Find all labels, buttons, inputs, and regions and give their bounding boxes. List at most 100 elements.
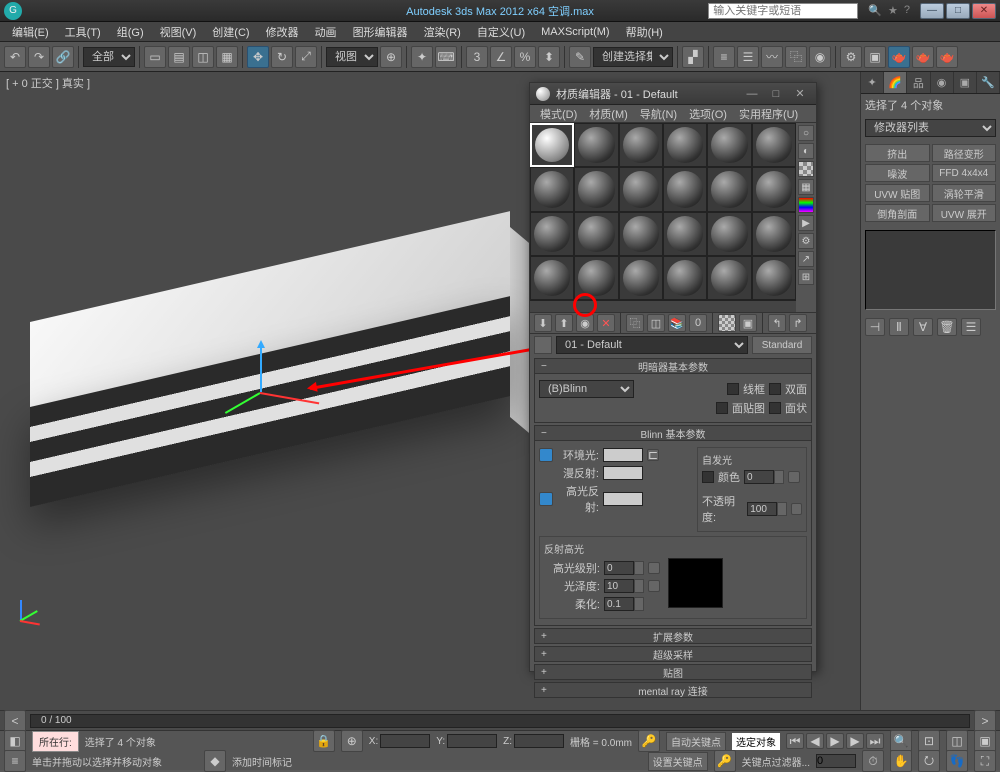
make-preview-button[interactable]: ▶	[798, 215, 814, 231]
menu-grapheditors[interactable]: 图形编辑器	[345, 22, 416, 42]
ambient-swatch[interactable]	[603, 448, 643, 462]
material-name-select[interactable]: 01 - Default	[556, 336, 748, 354]
menu-tools[interactable]: 工具(T)	[57, 22, 109, 42]
sample-scroll-h[interactable]	[530, 300, 796, 312]
ambient-lock-icon[interactable]	[539, 448, 553, 462]
pin-stack-button[interactable]: ⊣	[865, 318, 885, 336]
put-to-library-button[interactable]: 📚	[668, 314, 686, 332]
two-sided-check[interactable]	[769, 383, 781, 395]
mirror-button[interactable]: ▞	[682, 46, 704, 68]
sample-slot[interactable]	[707, 167, 751, 211]
x-input[interactable]	[380, 734, 430, 748]
mod-turbosmooth[interactable]: 涡轮平滑	[932, 184, 997, 202]
nav-pan-button[interactable]: ✋	[890, 750, 912, 772]
facemap-check[interactable]	[716, 402, 728, 414]
soften-spinner[interactable]	[604, 597, 634, 611]
redo-button[interactable]: ↷	[28, 46, 50, 68]
search-input[interactable]	[708, 3, 858, 19]
render-last-button[interactable]: 🫖	[936, 46, 958, 68]
me-menu-material[interactable]: 材质(M)	[583, 106, 634, 122]
menu-modifiers[interactable]: 修改器	[258, 22, 307, 42]
lock-button[interactable]: 🔒	[313, 730, 335, 752]
sample-slot[interactable]	[752, 167, 796, 211]
menu-animation[interactable]: 动画	[307, 22, 345, 42]
menu-group[interactable]: 组(G)	[109, 22, 152, 42]
faceted-check[interactable]	[769, 402, 781, 414]
ambient-lock-button[interactable]: ⊏	[647, 449, 659, 461]
timeline-end-button[interactable]: >	[974, 710, 996, 732]
rollout-blinn-basic[interactable]: Blinn 基本参数	[534, 425, 812, 441]
select-by-mat-button[interactable]: ↗	[798, 251, 814, 267]
nav-zoomext-button[interactable]: ▣	[974, 730, 996, 752]
close-button[interactable]: ✕	[972, 3, 996, 19]
show-result-button[interactable]: Ⅱ	[889, 318, 909, 336]
backlight-button[interactable]: ◐	[798, 143, 814, 159]
minimize-button[interactable]: —	[920, 3, 944, 19]
sample-slot[interactable]	[663, 123, 707, 167]
setkey-button[interactable]: 设置关键点	[648, 752, 708, 771]
material-map-nav-button[interactable]: ⊞	[798, 269, 814, 285]
render-prod-button[interactable]: 🫖	[912, 46, 934, 68]
selection-scope-select[interactable]: 全部	[83, 47, 135, 67]
mod-pathdeform[interactable]: 路径变形	[932, 144, 997, 162]
goto-end-button[interactable]: ⏭	[866, 733, 884, 749]
config-sets-button[interactable]: ☰	[961, 318, 981, 336]
me-close-button[interactable]: ✕	[790, 86, 810, 102]
nav-fov-button[interactable]: ◫	[946, 730, 968, 752]
sample-slot[interactable]	[574, 167, 618, 211]
menu-view[interactable]: 视图(V)	[152, 22, 205, 42]
rollout-mentalray[interactable]: mental ray 连接	[534, 682, 812, 698]
render-setup-button[interactable]: ⚙	[840, 46, 862, 68]
material-id-button[interactable]: 0	[689, 314, 707, 332]
selfillum-spinner[interactable]	[744, 470, 774, 484]
keyboard-button[interactable]: ⌨	[435, 46, 457, 68]
sample-slot[interactable]	[707, 123, 751, 167]
tab-hierarchy[interactable]: 品	[907, 72, 930, 93]
key-mode-button[interactable]: 🔑	[638, 730, 660, 752]
menu-help[interactable]: 帮助(H)	[618, 22, 671, 42]
spec-level-map-button[interactable]	[648, 562, 660, 574]
material-type-button[interactable]: Standard	[752, 336, 812, 354]
manipulate-button[interactable]: ✦	[411, 46, 433, 68]
specular-lock-icon[interactable]	[539, 492, 553, 506]
sample-slot[interactable]	[619, 212, 663, 256]
mod-uvwunwrap[interactable]: UVW 展开	[932, 204, 997, 222]
sample-slot[interactable]	[619, 167, 663, 211]
make-unique-mat-button[interactable]: ◫	[647, 314, 665, 332]
make-unique-button[interactable]: ∀	[913, 318, 933, 336]
rollout-supersample[interactable]: 超级采样	[534, 646, 812, 662]
material-editor-titlebar[interactable]: 材质编辑器 - 01 - Default — □ ✕	[530, 83, 816, 105]
sample-slot[interactable]	[752, 212, 796, 256]
me-maximize-button[interactable]: □	[766, 86, 786, 102]
next-frame-button[interactable]: ▶	[846, 733, 864, 749]
curve-editor-button[interactable]: 〰	[761, 46, 783, 68]
render-frame-button[interactable]: ▣	[864, 46, 886, 68]
get-material-button[interactable]: ⬇	[534, 314, 552, 332]
material-editor-button[interactable]: ◉	[809, 46, 831, 68]
snap-button[interactable]: 3	[466, 46, 488, 68]
key-big-button[interactable]: 🔑	[714, 750, 736, 772]
link-button[interactable]: 🔗	[52, 46, 74, 68]
menu-customize[interactable]: 自定义(U)	[469, 22, 533, 42]
render-button[interactable]: 🫖	[888, 46, 910, 68]
sample-slot[interactable]	[530, 256, 574, 300]
me-menu-options[interactable]: 选项(O)	[683, 106, 733, 122]
sample-slot[interactable]	[663, 212, 707, 256]
sample-slot[interactable]	[619, 123, 663, 167]
sample-type-button[interactable]: ○	[798, 125, 814, 141]
spinner-snap-button[interactable]: ⬍	[538, 46, 560, 68]
glossiness-spinner[interactable]	[604, 579, 634, 593]
selfillum-color-check[interactable]	[702, 471, 714, 483]
align-button[interactable]: ≡	[713, 46, 735, 68]
assign-to-selection-button[interactable]: ◉	[576, 314, 594, 332]
me-menu-mode[interactable]: 模式(D)	[534, 106, 583, 122]
model-air-conditioner[interactable]	[30, 322, 510, 542]
rollout-extended[interactable]: 扩展参数	[534, 628, 812, 644]
sample-slot[interactable]	[619, 256, 663, 300]
timeline-track[interactable]: 0 / 100	[30, 714, 970, 728]
diffuse-swatch[interactable]	[603, 466, 643, 480]
timeline-config-button[interactable]: <	[4, 710, 26, 732]
modifier-list-select[interactable]: 修改器列表	[865, 119, 996, 137]
nav-maxview-button[interactable]: ⛶	[974, 750, 996, 772]
selfillum-map-button[interactable]	[788, 471, 800, 483]
